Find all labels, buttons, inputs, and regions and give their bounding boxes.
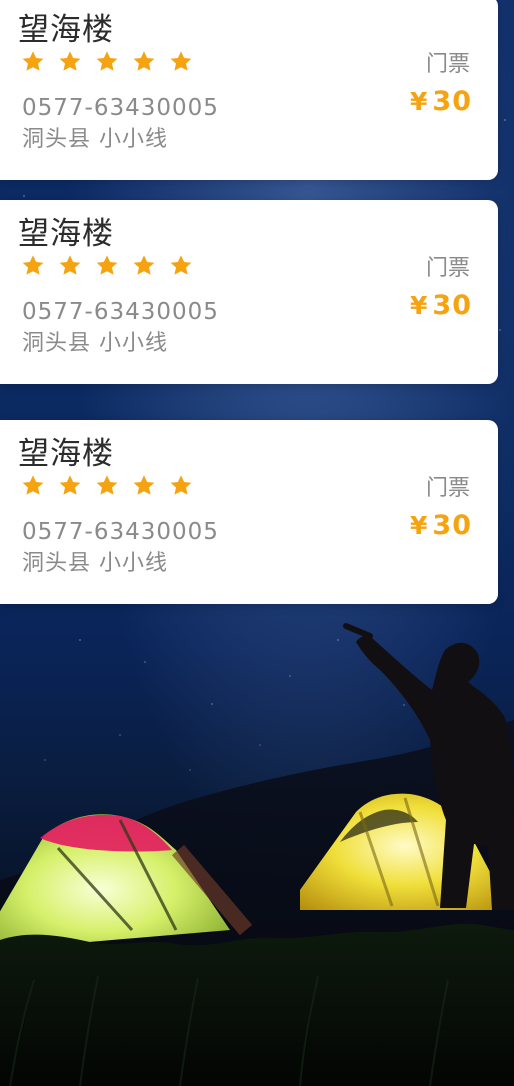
star-icon bbox=[96, 475, 118, 495]
star-icon bbox=[59, 475, 81, 495]
currency-symbol: ¥ bbox=[410, 87, 429, 116]
price-value: 30 bbox=[432, 510, 472, 541]
attraction-address: 洞头县 小小线 bbox=[22, 551, 168, 576]
star-icon bbox=[133, 475, 155, 495]
attraction-title: 望海楼 bbox=[18, 216, 114, 252]
star-icon bbox=[133, 51, 155, 71]
attraction-card[interactable]: 望海楼 0577-63430005 洞头县 小小线 门票 ¥30 bbox=[0, 200, 498, 384]
star-icon bbox=[170, 475, 192, 495]
star-icon bbox=[170, 255, 192, 275]
star-icon bbox=[170, 51, 192, 71]
attraction-address: 洞头县 小小线 bbox=[22, 331, 168, 356]
star-icon bbox=[96, 255, 118, 275]
attraction-card[interactable]: 望海楼 0577-63430005 洞头县 小小线 门票 ¥30 bbox=[0, 420, 498, 604]
ticket-price: ¥30 bbox=[410, 290, 472, 322]
ticket-label: 门票 bbox=[425, 476, 470, 501]
star-icon bbox=[22, 475, 44, 495]
star-icon bbox=[59, 255, 81, 275]
star-icon bbox=[22, 255, 44, 275]
attraction-address: 洞头县 小小线 bbox=[22, 127, 168, 152]
attraction-phone[interactable]: 0577-63430005 bbox=[22, 518, 219, 546]
price-value: 30 bbox=[432, 290, 472, 321]
rating-stars bbox=[20, 48, 194, 76]
price-value: 30 bbox=[432, 86, 472, 117]
star-icon bbox=[133, 255, 155, 275]
currency-symbol: ¥ bbox=[410, 291, 429, 320]
star-icon bbox=[22, 51, 44, 71]
star-icon bbox=[96, 51, 118, 71]
rating-stars bbox=[20, 252, 194, 280]
rating-stars bbox=[20, 472, 194, 500]
ticket-label: 门票 bbox=[425, 256, 470, 281]
attraction-card[interactable]: 望海楼 0577-63430005 洞头县 小小线 门票 ¥30 bbox=[0, 0, 498, 180]
ticket-price: ¥30 bbox=[410, 510, 472, 542]
ticket-label: 门票 bbox=[425, 52, 470, 77]
attraction-phone[interactable]: 0577-63430005 bbox=[22, 94, 219, 122]
attraction-title: 望海楼 bbox=[18, 436, 114, 472]
attraction-title: 望海楼 bbox=[18, 12, 114, 48]
ticket-price: ¥30 bbox=[410, 86, 472, 118]
currency-symbol: ¥ bbox=[410, 511, 429, 540]
attraction-phone[interactable]: 0577-63430005 bbox=[22, 298, 219, 326]
star-icon bbox=[59, 51, 81, 71]
